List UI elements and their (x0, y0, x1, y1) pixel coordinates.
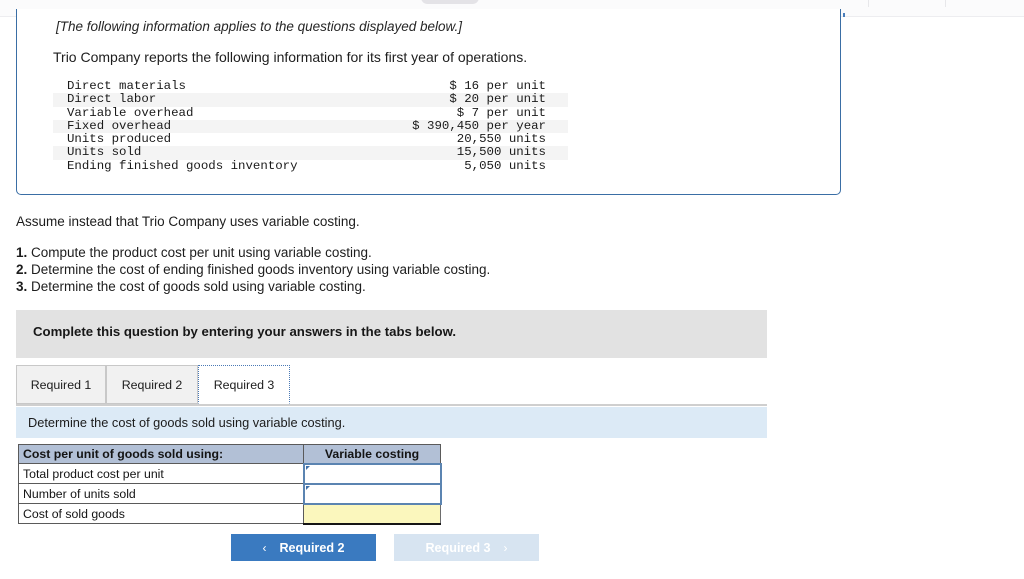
assumption-text: Assume instead that Trio Company uses va… (16, 214, 360, 229)
answer-table-body: Total product cost per unit Number of un… (18, 462, 442, 525)
cell-marker-icon (305, 485, 310, 490)
previous-button-label: Required 2 (279, 540, 345, 555)
table-row: Ending finished goods inventory 5,050 un… (53, 158, 568, 173)
fact-value: $ 7 per unit (456, 105, 546, 120)
requirement-text: Determine the cost of ending finished go… (27, 262, 491, 277)
table-row: Variable overhead $ 7 per unit (53, 105, 568, 120)
tab-label: Required 1 (30, 377, 92, 392)
table-row: Fixed overhead $ 390,450 per year (53, 118, 568, 134)
column-header-variable-costing: Variable costing (303, 444, 441, 464)
fact-value: 20,550 units (456, 132, 546, 147)
table-row: Total product cost per unit (18, 462, 442, 485)
fact-label: Units produced (67, 132, 172, 147)
list-item: 3. Determine the cost of goods sold usin… (16, 278, 490, 295)
tab-label: Required 2 (121, 377, 183, 392)
fact-label: Ending finished goods inventory (67, 158, 298, 173)
table-row: Direct labor $ 20 per unit (53, 92, 568, 107)
requirement-text: Compute the product cost per unit using … (27, 245, 372, 260)
cell-marker-icon (305, 465, 310, 470)
fact-value: $ 390,450 per year (412, 118, 546, 133)
complete-question-banner: Complete this question by entering your … (16, 310, 767, 358)
input-number-of-units-sold[interactable] (302, 482, 442, 505)
next-requirement-button[interactable]: Required 3 › (394, 534, 539, 561)
row-label-total-product-cost: Total product cost per unit (18, 463, 304, 484)
tab-instruction-text: Determine the cost of goods sold using v… (28, 415, 346, 430)
answer-table: Cost per unit of goods sold using: Varia… (18, 444, 442, 525)
fact-label: Direct materials (67, 79, 186, 93)
list-item: 2. Determine the cost of ending finished… (16, 261, 490, 278)
toolbar-pill (421, 0, 479, 4)
column-header-label: Cost per unit of goods sold using: (18, 444, 304, 464)
row-label-number-of-units-sold: Number of units sold (18, 483, 304, 504)
table-row: Cost of sold goods (18, 503, 441, 525)
requirement-tabs: Required 1 Required 2 Required 3 (16, 365, 767, 406)
fact-value: 5,050 units (464, 158, 546, 173)
table-row: Number of units sold (18, 482, 442, 505)
requirement-number: 2. (16, 262, 28, 277)
list-item: 1. Compute the product cost per unit usi… (16, 244, 490, 261)
fact-label: Variable overhead (67, 105, 194, 120)
table-row: Direct materials $ 16 per unit (53, 79, 568, 93)
complete-question-text: Complete this question by entering your … (33, 324, 457, 339)
scenario-facts-body: Direct materials $ 16 per unit Direct la… (53, 79, 568, 173)
requirement-text: Determine the cost of goods sold using v… (27, 279, 366, 294)
toolbar-divider-2 (945, 0, 946, 7)
table-row: Units produced 20,550 units (53, 132, 568, 147)
scenario-facts-table: Direct materials $ 16 per unit Direct la… (53, 79, 568, 173)
scenario-lead-text: Trio Company reports the following infor… (53, 49, 528, 65)
tab-required-3[interactable]: Required 3 (198, 365, 290, 404)
fact-label: Fixed overhead (67, 118, 172, 133)
table-header-row: Cost per unit of goods sold using: Varia… (18, 444, 441, 464)
fact-label: Direct labor (67, 92, 157, 107)
requirement-number: 1. (16, 245, 28, 260)
fact-value: $ 16 per unit (449, 79, 546, 93)
chevron-right-icon: › (503, 540, 508, 555)
chevron-left-icon: ‹ (262, 540, 267, 555)
previous-requirement-button[interactable]: ‹ Required 2 (231, 534, 376, 561)
fact-value: $ 20 per unit (449, 92, 546, 107)
result-cost-of-sold-goods (303, 503, 441, 525)
fact-value: 15,500 units (456, 145, 546, 160)
row-label-cost-of-sold-goods: Cost of sold goods (18, 503, 304, 524)
table-row: Units sold 15,500 units (53, 145, 568, 160)
tab-underline (16, 404, 767, 406)
requirements-list: 1. Compute the product cost per unit usi… (16, 244, 490, 295)
tab-required-1[interactable]: Required 1 (16, 365, 106, 404)
next-button-label: Required 3 (425, 540, 491, 555)
requirement-number: 3. (16, 279, 28, 294)
tab-instruction-bar: Determine the cost of goods sold using v… (16, 407, 767, 438)
tab-required-2[interactable]: Required 2 (106, 365, 198, 404)
toolbar-divider-1 (868, 0, 869, 7)
answer-table-head: Cost per unit of goods sold using: Varia… (18, 444, 441, 464)
scenario-note: [The following information applies to th… (56, 19, 462, 34)
toolbar-accent-mark (843, 13, 845, 17)
input-total-product-cost[interactable] (302, 462, 442, 485)
tab-label: Required 3 (213, 377, 275, 392)
fact-label: Units sold (67, 145, 142, 160)
scenario-info-box: [The following information applies to th… (16, 9, 841, 195)
